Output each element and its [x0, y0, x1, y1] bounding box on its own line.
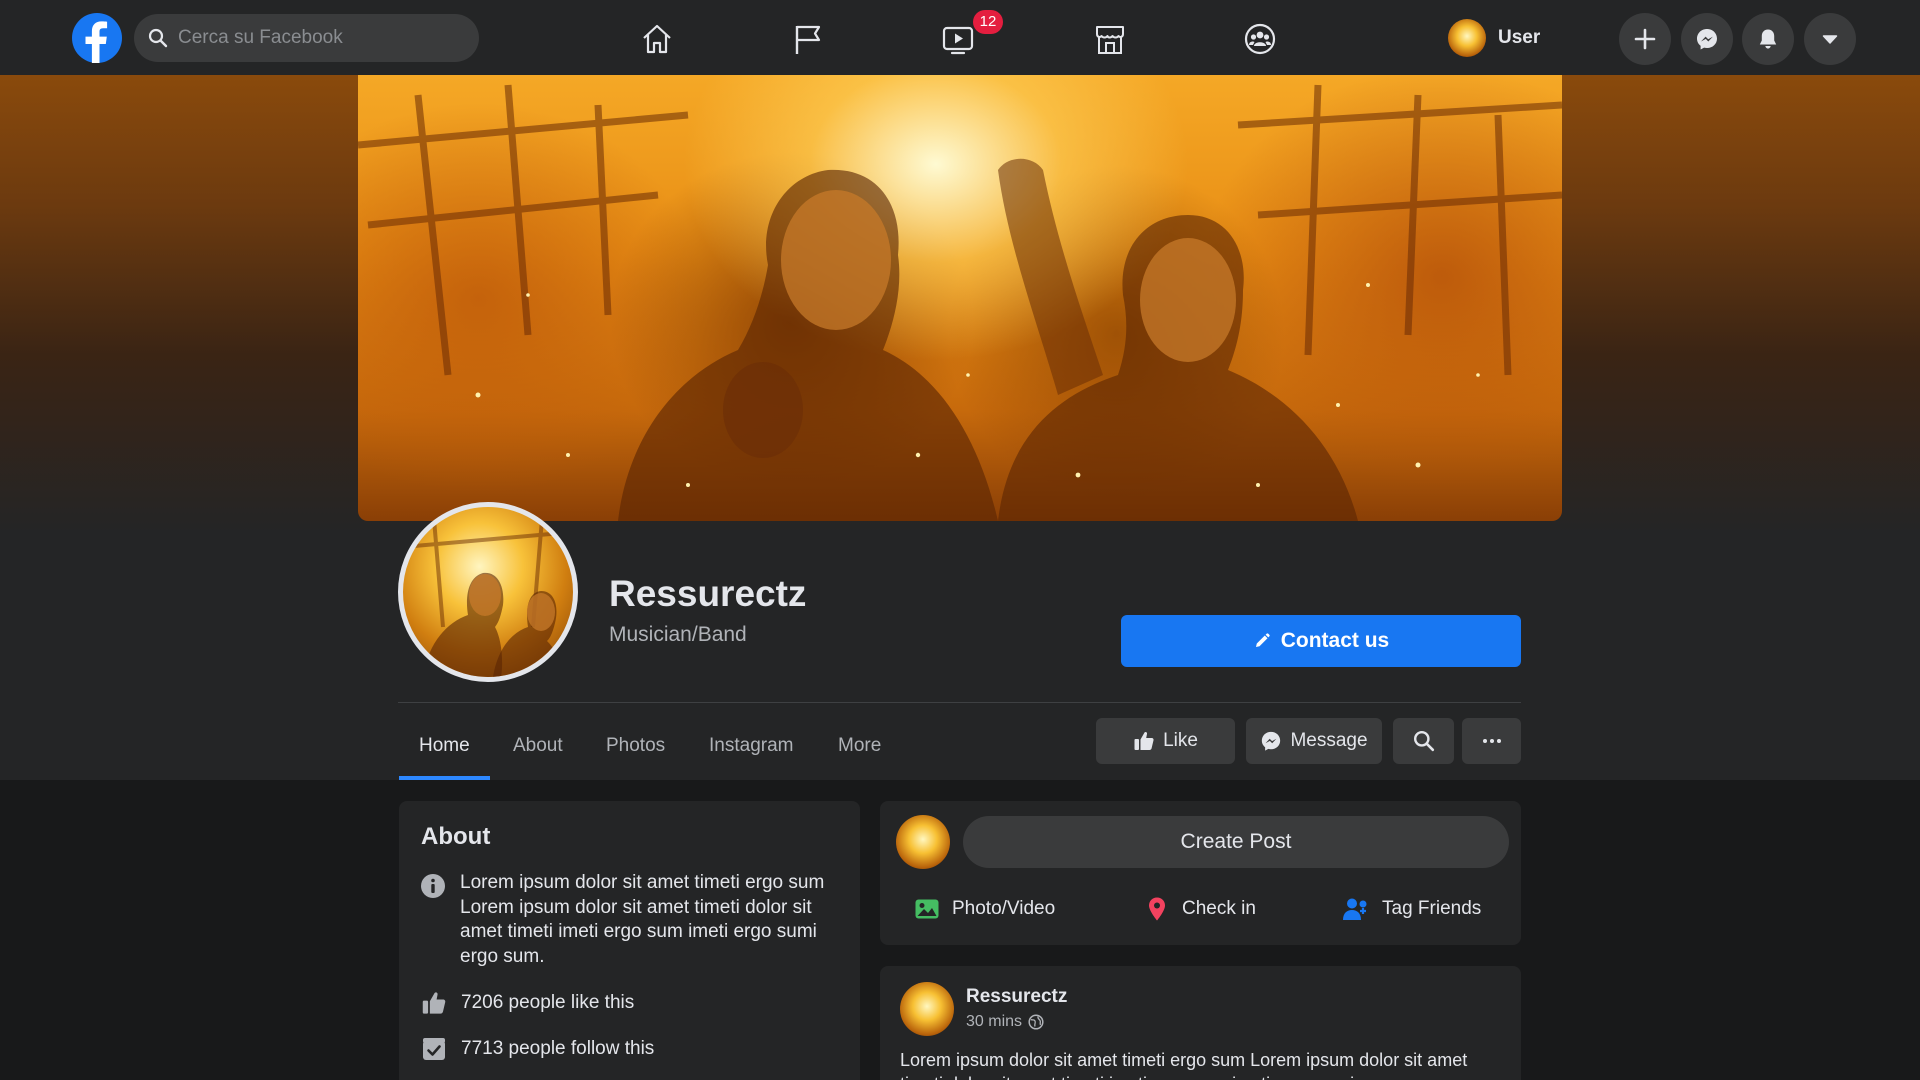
like-label: Like — [1163, 730, 1198, 751]
nav-tab-pages[interactable] — [758, 10, 858, 66]
check-in-option[interactable]: Check in — [1144, 889, 1256, 929]
followers-count-row: 7713 people follow this — [421, 1036, 654, 1062]
tab-photos[interactable]: Photos — [586, 712, 685, 780]
page-search-button[interactable] — [1393, 718, 1454, 764]
create-post-label: Create Post — [1180, 830, 1292, 853]
contact-us-button[interactable]: Contact us — [1121, 615, 1521, 667]
plus-icon — [1634, 28, 1656, 50]
ellipsis-icon — [1482, 739, 1501, 743]
about-description: Lorem ipsum dolor sit amet timeti ergo s… — [460, 872, 825, 967]
message-button[interactable]: Message — [1246, 718, 1382, 764]
cover-photo[interactable] — [358, 75, 1562, 521]
home-icon — [643, 24, 671, 54]
more-options-button[interactable] — [1462, 718, 1521, 764]
facebook-logo-icon[interactable] — [72, 13, 122, 63]
location-pin-icon — [1149, 897, 1165, 921]
header-divider — [398, 702, 1521, 703]
about-title: About — [421, 823, 491, 850]
tab-home[interactable]: Home — [399, 712, 490, 780]
contact-us-label: Contact us — [1280, 629, 1390, 652]
messenger-icon — [1697, 29, 1717, 50]
photo-video-option[interactable]: Photo/Video — [914, 889, 1055, 929]
top-navigation-bar: 12 User — [0, 0, 1920, 75]
store-icon — [1096, 26, 1124, 54]
likes-count: 7206 people like this — [461, 992, 635, 1013]
user-name: User — [1498, 27, 1541, 48]
profile-picture[interactable] — [398, 502, 578, 682]
tab-label: Instagram — [709, 735, 794, 756]
tab-instagram[interactable]: Instagram — [689, 712, 813, 780]
page-title: Ressurectz — [609, 573, 807, 614]
user-avatar — [1448, 19, 1486, 57]
messenger-icon — [1262, 731, 1281, 751]
tab-label: Home — [419, 735, 470, 756]
thumbs-up-icon — [422, 992, 446, 1014]
bell-icon — [1759, 29, 1777, 49]
about-card: About Lorem ipsum dolor sit amet timeti … — [399, 801, 860, 1080]
message-label: Message — [1290, 730, 1368, 751]
photo-video-label: Photo/Video — [952, 898, 1056, 919]
tag-friends-label: Tag Friends — [1382, 898, 1482, 919]
tab-more[interactable]: More — [818, 712, 901, 780]
tab-label: More — [838, 735, 882, 756]
info-icon — [421, 874, 445, 898]
follow-check-icon — [423, 1038, 445, 1060]
create-post-button[interactable]: Create Post — [963, 816, 1509, 868]
search-icon — [148, 28, 168, 48]
video-icon — [942, 26, 974, 55]
create-button[interactable] — [1619, 13, 1671, 65]
tab-about[interactable]: About — [493, 712, 583, 780]
messenger-button[interactable] — [1681, 13, 1733, 65]
tag-friends-option[interactable]: Tag Friends — [1342, 889, 1481, 929]
post-author-name[interactable]: Ressurectz — [966, 986, 1067, 1008]
search-bar[interactable] — [134, 14, 479, 62]
check-in-label: Check in — [1182, 898, 1256, 919]
tab-label: About — [513, 735, 563, 756]
create-post-card: Create Post Photo/Video Check in Tag Fri… — [880, 801, 1521, 945]
user-profile-chip[interactable]: User — [1448, 16, 1540, 60]
post-body: Lorem ipsum dolor sit amet timeti ergo s… — [900, 1050, 1468, 1080]
thumbs-up-icon — [1134, 732, 1154, 750]
caret-down-icon — [1822, 35, 1838, 44]
post-time-text: 30 mins — [966, 1013, 1023, 1030]
nav-tab-watch[interactable]: 12 — [908, 10, 1008, 66]
search-input[interactable] — [178, 14, 468, 62]
likes-count-row: 7206 people like this — [421, 990, 634, 1016]
notifications-button[interactable] — [1742, 13, 1794, 65]
like-button[interactable]: Like — [1096, 718, 1235, 764]
tab-label: Photos — [606, 735, 666, 756]
page-category: Musician/Band — [609, 623, 747, 646]
tag-friends-icon — [1343, 898, 1367, 920]
page-avatar — [896, 815, 950, 869]
cover-artwork — [358, 84, 1562, 521]
nav-tab-home[interactable] — [607, 10, 707, 66]
profile-artwork — [403, 507, 573, 677]
followers-count: 7713 people follow this — [461, 1038, 655, 1059]
post-card: Ressurectz 30 mins Lorem ipsum dolor sit… — [880, 966, 1521, 1080]
nav-tab-marketplace[interactable] — [1060, 10, 1160, 66]
flag-icon — [795, 25, 821, 54]
notification-badge: 12 — [973, 10, 1003, 34]
photo-icon — [915, 899, 939, 919]
account-menu-button[interactable] — [1804, 13, 1856, 65]
post-author-avatar[interactable] — [900, 982, 954, 1036]
post-timestamp[interactable]: 30 mins — [966, 1013, 1044, 1031]
nav-tab-groups[interactable] — [1210, 10, 1310, 66]
pencil-icon — [1255, 633, 1270, 647]
globe-icon — [1028, 1014, 1044, 1030]
search-icon — [1413, 730, 1434, 752]
groups-icon — [1244, 23, 1276, 55]
